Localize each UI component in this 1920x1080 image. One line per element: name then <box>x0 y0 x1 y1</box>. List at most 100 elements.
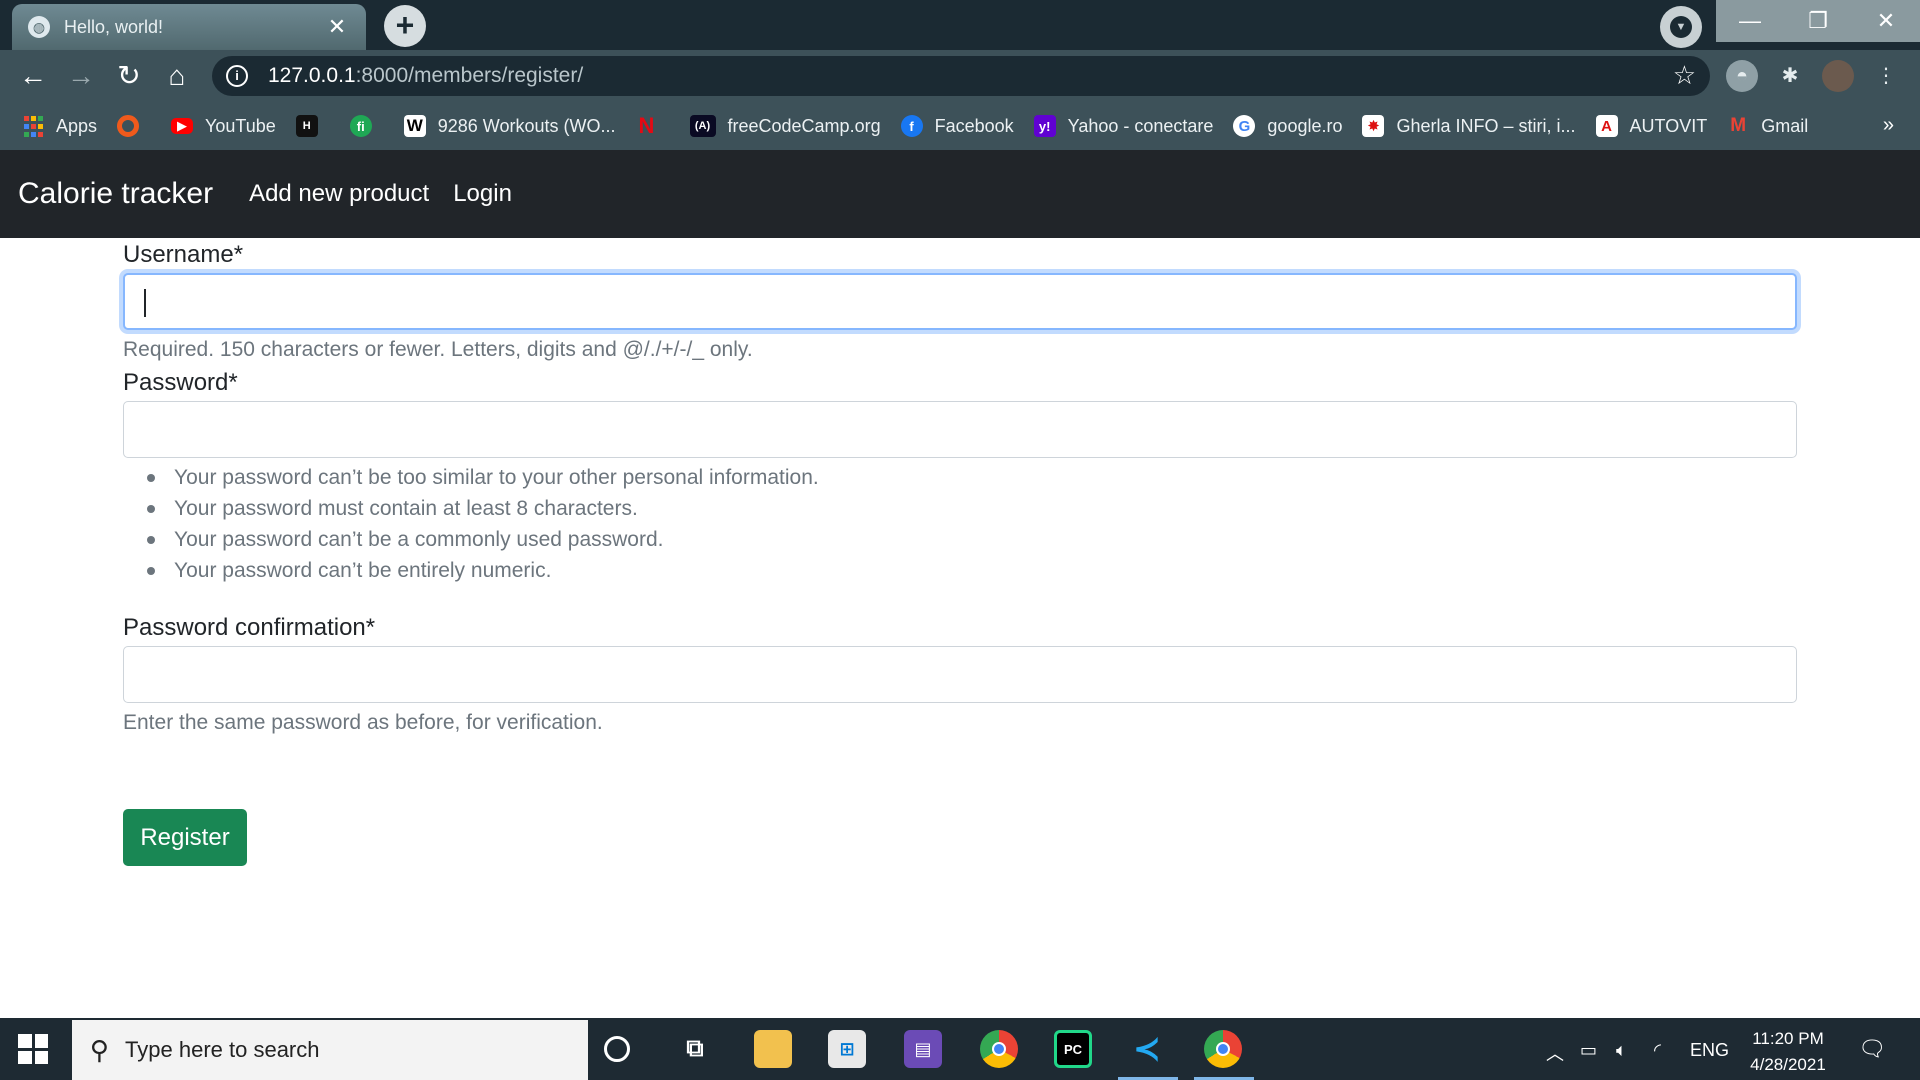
bookmark-gmail[interactable]: M Gmail <box>1727 115 1808 137</box>
gherla-icon: ✸ <box>1362 115 1385 137</box>
system-clock[interactable]: 11:20 PM 4/28/2021 <box>1738 1026 1838 1078</box>
bullet-icon <box>147 473 155 482</box>
nav-login[interactable]: Login <box>453 180 512 208</box>
bookmark-gherla[interactable]: ✸ Gherla INFO – stiri, i... <box>1362 115 1576 137</box>
password-input[interactable] <box>123 401 1797 458</box>
windows-start-icon[interactable] <box>18 1034 48 1064</box>
tab-close-icon[interactable]: ✕ <box>324 14 350 40</box>
new-tab-button[interactable]: + <box>384 5 426 47</box>
wifi-icon[interactable]: ◜ <box>1654 1040 1661 1061</box>
netflix-icon: N <box>638 113 655 138</box>
google-icon: G <box>1233 115 1256 137</box>
clock-date: 4/28/2021 <box>1750 1055 1826 1074</box>
kebab-menu-icon[interactable]: ⋮ <box>1870 60 1902 92</box>
taskbar-search-placeholder: Type here to search <box>125 1037 320 1062</box>
confirm-help: Enter the same password as before, for v… <box>123 711 603 734</box>
w-icon: W <box>403 115 426 137</box>
bookmark-label: Gmail <box>1761 115 1809 136</box>
bookmark-label: Apps <box>56 115 98 136</box>
language-indicator[interactable]: ENG <box>1690 1040 1729 1061</box>
bookmark-label: google.ro <box>1267 115 1343 136</box>
bookmark-facebook[interactable]: f Facebook <box>900 115 1014 137</box>
microsoft-store-icon[interactable]: ⊞ <box>828 1030 866 1068</box>
brand-link[interactable]: Calorie tracker <box>18 177 213 211</box>
hackerrank-icon: H <box>295 115 318 137</box>
site-info-icon[interactable]: i <box>226 65 248 87</box>
confirm-label: Password confirmation* <box>123 614 376 641</box>
bookmark-netflix[interactable]: N <box>636 113 670 138</box>
cortana-icon[interactable] <box>604 1036 630 1062</box>
bookmark-fi[interactable]: fi <box>349 115 384 137</box>
home-icon[interactable]: ⌂ <box>158 57 196 95</box>
bookmark-orange[interactable] <box>117 115 151 137</box>
bullet-icon <box>147 504 155 513</box>
password-rule: Your password must contain at least 8 ch… <box>147 493 1797 524</box>
browser-tab-strip: ◍ Hello, world! ✕ + ▼ — ❐ ✕ <box>0 0 1920 50</box>
browser-tab-active[interactable]: ◍ Hello, world! ✕ <box>12 4 366 50</box>
minimize-button[interactable]: — <box>1716 0 1784 42</box>
vscode-icon[interactable]: ≺ <box>1128 1030 1166 1068</box>
bookmark-freecodecamp[interactable]: (A) freeCodeCamp.org <box>689 115 881 137</box>
app-navbar: Calorie tracker Add new product Login <box>0 150 1920 238</box>
bookmark-youtube[interactable]: ▶ YouTube <box>171 116 276 137</box>
puzzle-extensions-icon[interactable]: ✱ <box>1774 60 1806 92</box>
bookmark-label: YouTube <box>205 115 276 136</box>
chrome-icon[interactable] <box>980 1030 1018 1068</box>
address-bar[interactable]: i 127.0.0.1 :8000/members/register/ ☆ <box>212 56 1710 96</box>
orange-ring-icon <box>117 115 140 137</box>
gmail-icon: M <box>1730 115 1747 136</box>
battery-icon[interactable]: ▭ <box>1580 1040 1597 1061</box>
youtube-icon: ▶ <box>171 118 194 134</box>
register-button[interactable]: Register <box>123 809 247 866</box>
bookmark-google[interactable]: G google.ro <box>1233 115 1342 137</box>
chrome-active-icon[interactable] <box>1204 1030 1242 1068</box>
taskbar-search-box[interactable]: ⚲ Type here to search <box>72 1020 588 1080</box>
extension-icon[interactable]: ◓ <box>1726 60 1758 92</box>
restore-button[interactable]: ❐ <box>1784 0 1852 42</box>
bookmark-label: AUTOVIT <box>1629 115 1708 136</box>
freecodecamp-icon: (A) <box>689 115 716 137</box>
bookmark-yahoo[interactable]: y! Yahoo - conectare <box>1033 115 1214 137</box>
apps-grid-icon <box>22 115 44 137</box>
notification-icon[interactable]: 🗨︎ <box>1858 1036 1886 1062</box>
bookmarks-overflow-icon[interactable]: » <box>1883 114 1894 137</box>
username-input[interactable] <box>123 273 1797 330</box>
bookmark-autovit[interactable]: A AUTOVIT <box>1595 115 1708 137</box>
clock-time: 11:20 PM <box>1752 1029 1824 1048</box>
forward-arrow-icon[interactable]: → <box>62 57 100 95</box>
profile-avatar[interactable] <box>1822 60 1854 92</box>
tab-title: Hello, world! <box>64 16 164 37</box>
show-hidden-icons[interactable]: ︿ <box>1546 1040 1564 1066</box>
bookmark-apps[interactable]: Apps <box>22 115 97 137</box>
fi-icon: fi <box>349 115 372 137</box>
password-confirm-input[interactable] <box>123 646 1797 703</box>
bullet-icon <box>147 535 155 544</box>
tab-search-button[interactable]: ▼ <box>1660 6 1702 48</box>
visual-studio-icon[interactable]: ▤ <box>904 1030 942 1068</box>
bookmark-star-icon[interactable]: ☆ <box>1673 60 1696 91</box>
chevron-down-icon: ▼ <box>1670 16 1692 38</box>
yahoo-icon: y! <box>1033 115 1056 137</box>
file-explorer-icon[interactable] <box>754 1030 792 1068</box>
bookmark-workouts[interactable]: W 9286 Workouts (WO... <box>403 115 616 137</box>
username-help: Required. 150 characters or fewer. Lette… <box>123 338 753 361</box>
password-rule: Your password can’t be a commonly used p… <box>147 524 1797 555</box>
password-rule: Your password can’t be too similar to yo… <box>147 462 1797 493</box>
username-label: Username* <box>123 241 244 268</box>
globe-icon: ◍ <box>28 16 50 38</box>
register-form: Username* Required. 150 characters or fe… <box>123 238 1797 866</box>
close-window-button[interactable]: ✕ <box>1852 0 1920 42</box>
text-caret <box>144 289 146 317</box>
bookmark-hackerrank[interactable]: H <box>295 115 330 137</box>
pycharm-icon[interactable]: PC <box>1054 1030 1092 1068</box>
volume-icon[interactable]: 🔈︎ <box>1616 1040 1627 1061</box>
autovit-icon: A <box>1595 115 1618 137</box>
bookmarks-bar: Apps ▶ YouTube H fi W 9286 Workouts (WO.… <box>0 102 1920 150</box>
bookmark-label: freeCodeCamp.org <box>727 115 881 136</box>
bullet-icon <box>147 566 155 575</box>
reload-icon[interactable]: ↻ <box>110 57 148 95</box>
task-view-icon[interactable]: ⧉ <box>676 1030 714 1068</box>
back-arrow-icon[interactable]: ← <box>14 57 52 95</box>
bookmark-label: Yahoo - conectare <box>1067 115 1214 136</box>
nav-add-product[interactable]: Add new product <box>249 180 429 208</box>
